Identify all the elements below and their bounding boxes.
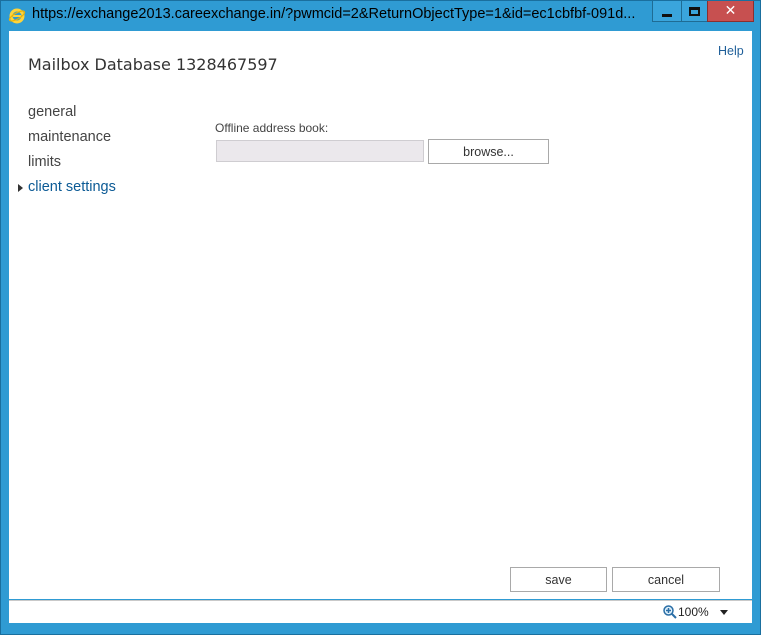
nav-item-maintenance[interactable]: maintenance [28,129,116,154]
nav-item-limits[interactable]: limits [28,154,116,179]
nav-item-general[interactable]: general [28,104,116,129]
status-bar: 100% [9,600,752,623]
title-bar[interactable]: https://exchange2013.careexchange.in/?pw… [1,1,760,30]
internet-explorer-icon [8,8,26,24]
nav-item-client-settings[interactable]: client settings [18,179,116,204]
minimize-icon [662,13,672,17]
zoom-level: 100% [678,605,709,619]
maximize-icon [689,6,700,16]
dialog-content: Help Mailbox Database 1328467597 general… [9,31,752,599]
cancel-button[interactable]: cancel [612,567,720,592]
offline-address-book-label: Offline address book: [215,121,329,135]
zoom-icon[interactable] [662,604,678,620]
help-link[interactable]: Help [718,44,744,58]
selected-arrow-icon [18,184,23,192]
section-nav: general maintenance limits client settin… [18,104,116,204]
page-title: Mailbox Database 1328467597 [28,55,278,74]
save-button[interactable]: save [510,567,607,592]
minimize-button[interactable] [652,1,682,22]
nav-item-label: client settings [28,179,116,195]
close-icon: ✕ [724,3,737,19]
maximize-button[interactable] [681,1,708,22]
browse-button[interactable]: browse... [428,139,549,164]
close-button[interactable]: ✕ [707,1,754,22]
window-title: https://exchange2013.careexchange.in/?pw… [32,6,636,22]
zoom-dropdown-icon[interactable] [720,610,728,615]
browser-window: https://exchange2013.careexchange.in/?pw… [0,0,761,635]
offline-address-book-field[interactable] [216,140,424,162]
